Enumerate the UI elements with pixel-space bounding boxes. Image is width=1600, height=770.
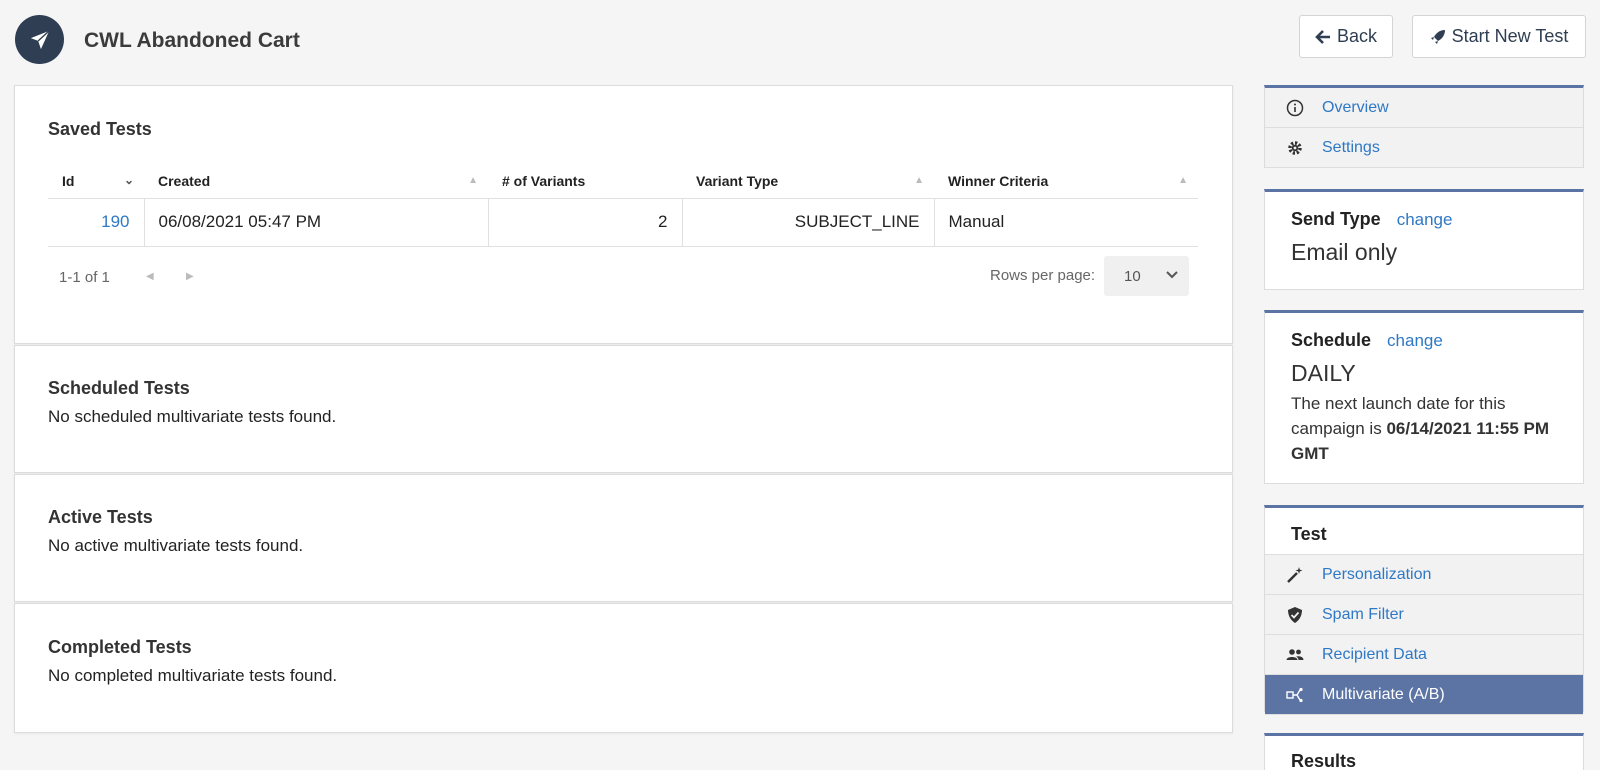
info-icon bbox=[1285, 98, 1305, 118]
completed-tests-title: Completed Tests bbox=[48, 637, 192, 657]
sidebar-item-label: Overview bbox=[1322, 98, 1389, 116]
rows-per-page-label: Rows per page: bbox=[990, 267, 1096, 284]
active-tests-card: Active Tests No active multivariate test… bbox=[14, 474, 1233, 602]
back-button[interactable]: Back bbox=[1299, 15, 1393, 58]
schedule-value: DAILY bbox=[1291, 360, 1356, 386]
start-new-test-label: Start New Test bbox=[1451, 26, 1569, 46]
sidebar-item-spam-filter[interactable]: Spam Filter bbox=[1265, 595, 1583, 635]
cell-variants: 2 bbox=[487, 198, 682, 247]
column-header-id[interactable]: Id ⌄ bbox=[48, 164, 144, 199]
next-page-icon[interactable]: ▶ bbox=[186, 271, 194, 282]
magic-wand-icon bbox=[1285, 565, 1305, 585]
back-button-label: Back bbox=[1336, 26, 1378, 46]
sort-icon: ▲ bbox=[468, 175, 478, 186]
table-row[interactable]: 190 06/08/2021 05:47 PM 2 SUBJECT_LINE M… bbox=[48, 198, 1198, 247]
schedule-panel: Schedule change DAILY The next launch dat… bbox=[1264, 310, 1584, 484]
sidebar-item-label: Settings bbox=[1322, 138, 1380, 156]
send-type-title: Send Type bbox=[1291, 209, 1381, 229]
arrow-left-icon bbox=[1315, 29, 1330, 44]
sort-icon: ▲ bbox=[1178, 175, 1188, 186]
cell-id[interactable]: 190 bbox=[48, 198, 144, 247]
sidebar-item-multivariate[interactable]: Multivariate (A/B) bbox=[1265, 675, 1583, 715]
rocket-icon bbox=[1430, 29, 1445, 44]
active-tests-title: Active Tests bbox=[48, 507, 153, 527]
sidebar-item-personalization[interactable]: Personalization bbox=[1265, 555, 1583, 595]
send-type-value: Email only bbox=[1291, 239, 1398, 265]
column-header-created[interactable]: Created ▲ bbox=[144, 164, 488, 199]
split-icon bbox=[1285, 685, 1305, 705]
send-type-panel: Send Type change Email only bbox=[1264, 189, 1584, 290]
cell-variant-type: SUBJECT_LINE bbox=[681, 198, 934, 247]
scheduled-tests-card: Scheduled Tests No scheduled multivariat… bbox=[14, 345, 1233, 473]
start-new-test-button[interactable]: Start New Test bbox=[1412, 15, 1586, 58]
paper-plane-icon bbox=[30, 29, 50, 49]
cell-winner-criteria: Manual bbox=[933, 198, 1198, 247]
sidebar-nav: Overview Settings bbox=[1264, 85, 1584, 168]
schedule-title: Schedule bbox=[1291, 330, 1372, 350]
pagination-count: 1-1 of 1 bbox=[59, 269, 110, 286]
test-id-link[interactable]: 190 bbox=[101, 212, 129, 231]
results-title: Results bbox=[1291, 751, 1357, 770]
saved-tests-card: Saved Tests Id ⌄ Created ▲ # of Variants V… bbox=[14, 85, 1233, 344]
sidebar-item-overview[interactable]: Overview bbox=[1265, 88, 1583, 128]
app-logo bbox=[15, 15, 64, 64]
sidebar-item-label: Recipient Data bbox=[1322, 645, 1427, 663]
gear-icon bbox=[1285, 138, 1305, 158]
sidebar-item-label: Personalization bbox=[1322, 565, 1432, 583]
schedule-change-link[interactable]: change bbox=[1387, 331, 1443, 350]
page-title: CWL Abandoned Cart bbox=[84, 29, 300, 52]
schedule-next-launch: The next launch date for this campaign i… bbox=[1291, 394, 1550, 463]
scheduled-tests-message: No scheduled multivariate tests found. bbox=[48, 407, 337, 426]
column-header-winner-criteria[interactable]: Winner Criteria ▲ bbox=[934, 164, 1198, 199]
scheduled-tests-title: Scheduled Tests bbox=[48, 378, 190, 398]
column-header-variant-type[interactable]: Variant Type ▲ bbox=[682, 164, 934, 199]
people-icon bbox=[1285, 645, 1305, 665]
sidebar-item-settings[interactable]: Settings bbox=[1265, 128, 1583, 168]
completed-tests-card: Completed Tests No completed multivariat… bbox=[14, 603, 1233, 733]
sidebar-item-recipient-data[interactable]: Recipient Data bbox=[1265, 635, 1583, 675]
saved-tests-title: Saved Tests bbox=[48, 119, 152, 139]
rows-per-page-select[interactable]: 10 bbox=[1104, 256, 1189, 296]
test-panel-title: Test bbox=[1265, 508, 1583, 555]
sort-icon: ▲ bbox=[914, 175, 924, 186]
rows-per-page-value: 10 bbox=[1124, 267, 1141, 285]
sort-desc-icon: ⌄ bbox=[123, 173, 134, 187]
saved-tests-table: Id ⌄ Created ▲ # of Variants Variant Type ▲… bbox=[48, 164, 1198, 247]
prev-page-icon[interactable]: ◀ bbox=[146, 271, 154, 282]
chevron-down-icon bbox=[1166, 271, 1178, 279]
active-tests-message: No active multivariate tests found. bbox=[48, 536, 304, 555]
column-header-variants[interactable]: # of Variants bbox=[488, 164, 682, 199]
sidebar-item-label: Multivariate (A/B) bbox=[1322, 685, 1445, 703]
results-panel: Results bbox=[1264, 733, 1584, 770]
cell-created: 06/08/2021 05:47 PM bbox=[143, 198, 488, 247]
shield-icon bbox=[1285, 605, 1305, 625]
sidebar-item-label: Spam Filter bbox=[1322, 605, 1404, 623]
send-type-change-link[interactable]: change bbox=[1397, 210, 1453, 229]
completed-tests-message: No completed multivariate tests found. bbox=[48, 666, 338, 685]
test-panel: Test Personalization Spam Filter Recipie… bbox=[1264, 505, 1584, 715]
